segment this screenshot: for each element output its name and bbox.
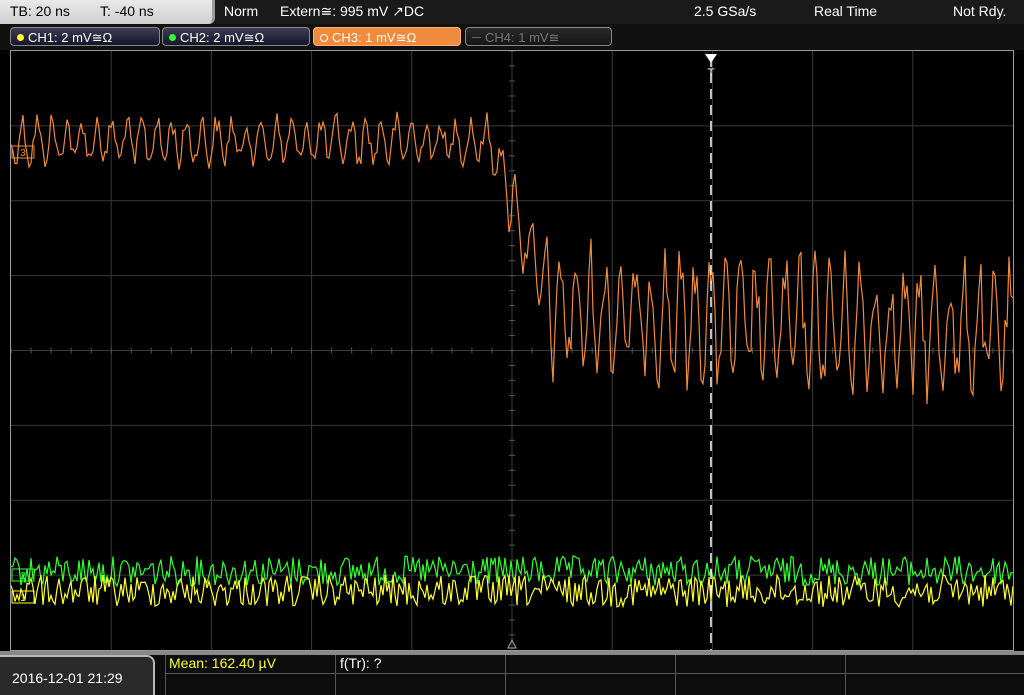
measurement-cell-empty[interactable] [845, 655, 1024, 695]
ch3-dot-icon [320, 33, 328, 42]
channel-tab-ch1[interactable]: CH1: 2 mV≅Ω [10, 27, 160, 46]
ch3-level-marker-label: 3 [20, 148, 26, 159]
channel-tab-ch2[interactable]: CH2: 2 mV≅Ω [162, 27, 310, 46]
ch1-level-marker-label: 1 [20, 593, 26, 604]
waveform-display[interactable]: T 3 2 1 [10, 50, 1014, 651]
channel-tab-ch4[interactable]: CH4: 1 mV≅ [465, 27, 612, 46]
ftr-measurement: f(Tr): ? [340, 655, 382, 671]
ch2-dot-icon [169, 34, 176, 42]
waveform-canvas: T 3 2 1 [10, 50, 1014, 650]
ch4-label: CH4: 1 mV≅ [485, 30, 560, 45]
channel-tab-ch3[interactable]: CH3: 1 mV≅Ω [313, 27, 461, 46]
datetime-text: 2016-12-01 21:29 [12, 670, 123, 686]
trigger-mode: Norm [224, 3, 259, 19]
ch2-level-marker-label: 2 [20, 571, 26, 582]
acquisition-mode: Real Time [814, 3, 878, 19]
measurement-cell-empty[interactable] [505, 655, 675, 695]
ch1-label: CH1: 2 mV≅Ω [28, 30, 113, 45]
ch1-dot-icon [17, 34, 24, 42]
trigger-time-value: T: -40 ns [100, 3, 154, 19]
measurement-cell-empty[interactable] [675, 655, 845, 695]
ch2-label: CH2: 2 mV≅Ω [180, 30, 265, 45]
mean-measurement: Mean: 162.40 µV [169, 655, 276, 671]
channel-strip: CH1: 2 mV≅Ω CH2: 2 mV≅Ω CH3: 1 mV≅Ω CH4:… [0, 24, 1024, 50]
measurement-grid: Mean: 162.40 µV f(Tr): ? [165, 655, 1024, 695]
measurement-row-divider [165, 673, 1024, 674]
ch3-label: CH3: 1 mV≅Ω [332, 30, 417, 45]
timebase-value: TB: 20 ns [10, 3, 70, 19]
datetime-panel: 2016-12-01 21:29 [0, 655, 155, 695]
trigger-marker-label: T [707, 66, 715, 80]
status-bar: TB: 20 ns T: -40 ns Norm Extern≅: 995 mV… [0, 0, 1024, 24]
trigger-source: Extern≅: 995 mV ↗DC [280, 3, 425, 19]
trigger-marker-icon [705, 54, 717, 63]
timebase-panel[interactable]: TB: 20 ns T: -40 ns [0, 0, 215, 24]
ch4-dot-icon [472, 37, 481, 39]
acquisition-state: Not Rdy. [953, 3, 1007, 19]
measurement-bar: 2016-12-01 21:29 Mean: 162.40 µV f(Tr): … [0, 655, 1024, 695]
sample-rate: 2.5 GSa/s [694, 3, 757, 19]
